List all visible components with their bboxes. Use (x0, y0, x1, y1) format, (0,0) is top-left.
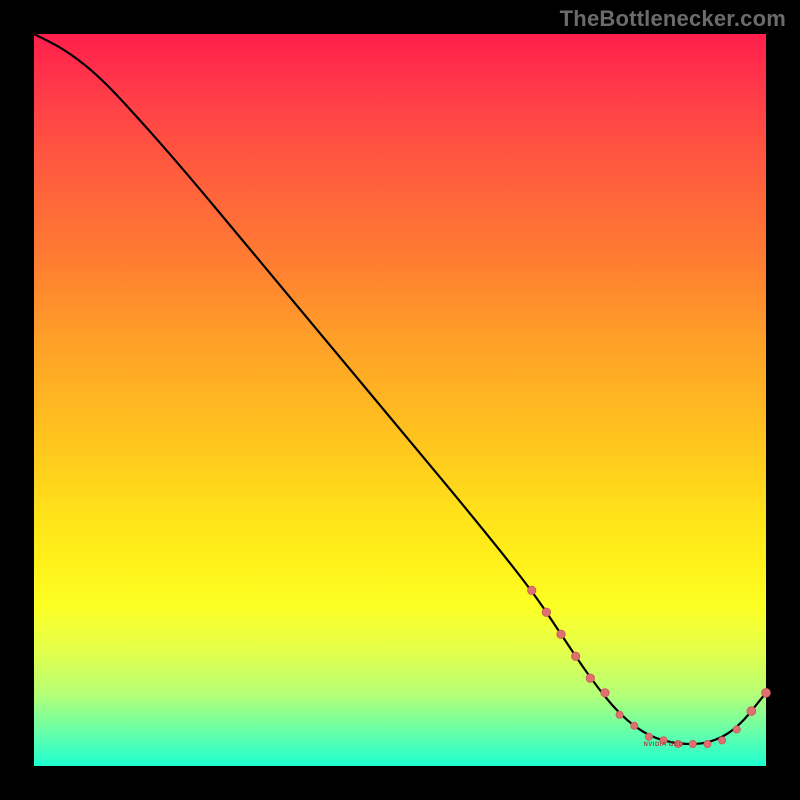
data-marker (645, 733, 652, 740)
data-marker (542, 608, 550, 616)
data-marker (616, 711, 623, 718)
chart-frame: TheBottlenecker.com NVIDIA GEO (0, 0, 800, 800)
data-marker (528, 586, 536, 594)
data-marker (631, 722, 638, 729)
data-marker (733, 726, 740, 733)
data-marker (571, 652, 579, 660)
data-marker (704, 740, 711, 747)
chart-annotation: NVIDIA GEO (643, 742, 683, 748)
data-marker (718, 737, 725, 744)
data-marker (557, 630, 565, 638)
data-marker (689, 740, 696, 747)
watermark-text: TheBottlenecker.com (560, 6, 786, 32)
data-marker (601, 689, 609, 697)
data-marker (586, 674, 594, 682)
plot-area: NVIDIA GEO (34, 34, 766, 766)
chart-svg: NVIDIA GEO (34, 34, 766, 766)
curve-path (34, 34, 766, 744)
data-marker (762, 688, 771, 697)
data-marker (747, 707, 756, 716)
